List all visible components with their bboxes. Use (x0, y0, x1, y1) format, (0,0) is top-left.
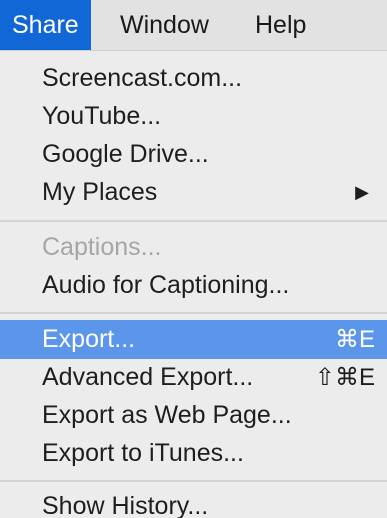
menu-item-youtube[interactable]: YouTube... (0, 97, 387, 136)
menu-item-label: Google Drive... (42, 140, 209, 168)
menu-separator (0, 220, 387, 222)
menu-item-label: Audio for Captioning... (42, 271, 290, 299)
shortcut-label: ⇧⌘E (314, 364, 375, 391)
menu-separator (0, 480, 387, 482)
menu-item-advanced-export[interactable]: Advanced Export... ⇧⌘E (0, 358, 387, 397)
menu-item-export-itunes[interactable]: Export to iTunes... (0, 434, 387, 473)
menu-item-screencast[interactable]: Screencast.com... (0, 59, 387, 98)
menubar-help[interactable]: Help (243, 0, 318, 50)
menu-item-show-history[interactable]: Show History... (0, 487, 387, 518)
menu-bar: Share Window Help (0, 0, 387, 51)
menu-item-audio-for-captioning[interactable]: Audio for Captioning... (0, 266, 387, 305)
menu-item-label: Export... (42, 325, 136, 353)
menu-item-my-places[interactable]: My Places ▶ (0, 173, 387, 212)
triangle-right-icon: ▶ (355, 182, 369, 202)
menubar-window[interactable]: Window (108, 0, 221, 50)
menu-item-label: YouTube... (42, 102, 162, 130)
menu-item-captions: Captions... (0, 228, 387, 267)
menu-item-label: Screencast.com... (42, 64, 243, 92)
menu-item-label: Advanced Export... (42, 363, 254, 391)
menu-item-label: Captions... (42, 233, 162, 261)
share-menu: Screencast.com... YouTube... Google Driv… (0, 51, 387, 518)
menu-item-label: My Places (42, 178, 158, 206)
menu-item-label: Export as Web Page... (42, 401, 292, 429)
menu-item-export[interactable]: Export... ⌘E (0, 320, 387, 359)
menu-item-label: Export to iTunes... (42, 439, 244, 467)
shortcut-label: ⌘E (334, 326, 375, 353)
menu-separator (0, 312, 387, 314)
menu-item-export-web-page[interactable]: Export as Web Page... (0, 396, 387, 435)
menubar-share[interactable]: Share (0, 0, 91, 50)
menu-item-google-drive[interactable]: Google Drive... (0, 135, 387, 174)
app-screen: Share Window Help Screencast.com... YouT… (0, 0, 387, 518)
menu-item-label: Show History... (42, 492, 209, 518)
